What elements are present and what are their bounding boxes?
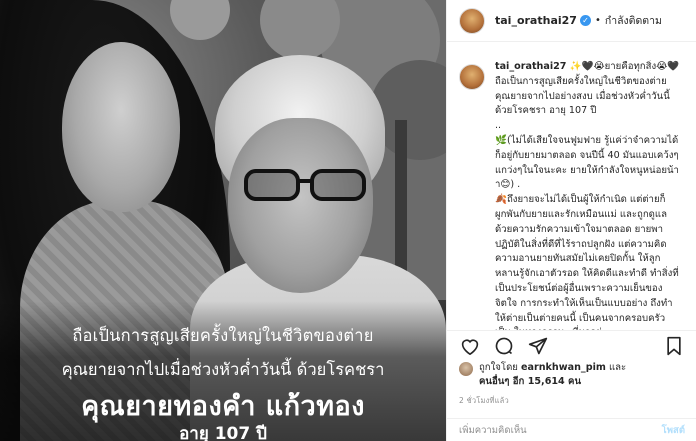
- bookmark-icon[interactable]: [663, 335, 685, 357]
- heart-icon[interactable]: [459, 335, 481, 357]
- comment-username[interactable]: tai_orathai27: [495, 61, 566, 72]
- share-icon[interactable]: [527, 335, 549, 357]
- likes-count[interactable]: คนอื่นๆ อีก 15,614 คน: [479, 376, 581, 387]
- likes-summary: ถูกใจโดย earnkhwan_pim และ คนอื่นๆ อีก 1…: [459, 361, 691, 389]
- photo-caption-age: อายุ 107 ปี: [179, 424, 267, 441]
- likes-and: และ: [608, 362, 627, 373]
- header-username[interactable]: tai_orathai27: [495, 14, 577, 27]
- glasses-icon: [244, 169, 366, 201]
- separator-dot: •: [594, 15, 601, 26]
- comment-text: ✨🖤😭ยายคือทุกสิ่ง😭🖤 ถือเป็นการสูญเสียครั้…: [495, 61, 680, 338]
- comment-input[interactable]: เพิ่มความคิดเห็น: [459, 423, 662, 438]
- action-bar: [447, 330, 696, 360]
- post-comment-button[interactable]: โพสต์: [662, 423, 685, 438]
- elder-face: [228, 118, 373, 293]
- following-button[interactable]: กำลังติดตาม: [605, 12, 662, 29]
- likes-prefix: ถูกใจโดย: [479, 362, 518, 373]
- avatar[interactable]: [459, 362, 473, 376]
- post-side-panel: tai_orathai27 ✓ • กำลังติดตาม tai_oratha…: [446, 0, 696, 441]
- photo-caption-line2: คุณยายจากไปเมื่อช่วงหัวค่ำวันนี้ ด้วยโรค…: [61, 360, 385, 379]
- verified-badge-icon: ✓: [579, 15, 591, 26]
- add-comment-bar: เพิ่มความคิดเห็น โพสต์: [447, 418, 696, 441]
- liker-username[interactable]: earnkhwan_pim: [521, 362, 606, 373]
- comment-icon[interactable]: [493, 335, 515, 357]
- post-photo[interactable]: ถือเป็นการสูญเสียครั้งใหญ่ในชีวิตของต่าย…: [0, 0, 446, 441]
- instagram-post: ถือเป็นการสูญเสียครั้งใหญ่ในชีวิตของต่าย…: [0, 0, 696, 441]
- photo-caption-line1: ถือเป็นการสูญเสียครั้งใหญ่ในชีวิตของต่าย: [72, 326, 374, 345]
- post-header: tai_orathai27 ✓ • กำลังติดตาม: [447, 0, 696, 42]
- likes-text: ถูกใจโดย earnkhwan_pim และ คนอื่นๆ อีก 1…: [479, 361, 626, 389]
- woman-face: [62, 42, 180, 212]
- post-timestamp[interactable]: 2 ชั่วโมงที่แล้ว: [459, 395, 509, 407]
- avatar[interactable]: [459, 7, 485, 34]
- avatar[interactable]: [459, 64, 485, 90]
